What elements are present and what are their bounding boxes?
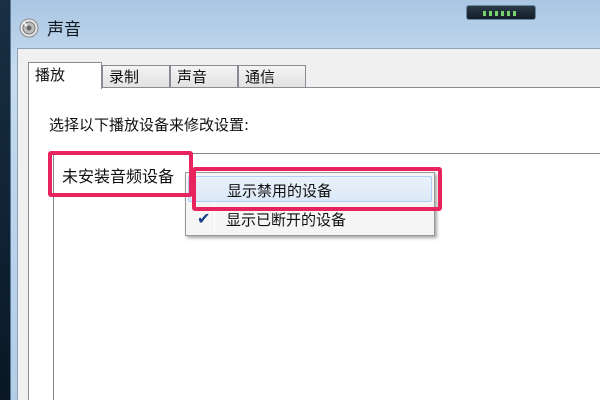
tab-recording-label: 录制 (109, 68, 140, 86)
tab-sounds[interactable]: 声音 (170, 65, 238, 88)
window-title: 声音 (47, 20, 81, 40)
tab-playback[interactable]: 播放 (28, 62, 102, 89)
highlight-box-no-device (48, 151, 193, 197)
instruction-text: 选择以下播放设备来修改设置: (49, 116, 250, 134)
title-bar[interactable]: 声音 (11, 0, 600, 48)
desktop-background (0, 0, 10, 400)
menu-item-show-disconnected-label: 显示已断开的设备 (226, 211, 347, 229)
playback-panel: 选择以下播放设备来修改设置: (28, 87, 600, 400)
activity-indicator (466, 5, 536, 20)
highlight-box-show-disabled (192, 167, 442, 211)
speaker-icon (19, 18, 39, 38)
checkmark-icon: ✔ (197, 209, 211, 228)
tab-communications-label: 通信 (245, 68, 276, 86)
tab-sounds-label: 声音 (177, 68, 208, 86)
tab-recording[interactable]: 录制 (102, 65, 170, 88)
tab-communications[interactable]: 通信 (238, 65, 306, 88)
tab-playback-label: 播放 (35, 66, 66, 84)
